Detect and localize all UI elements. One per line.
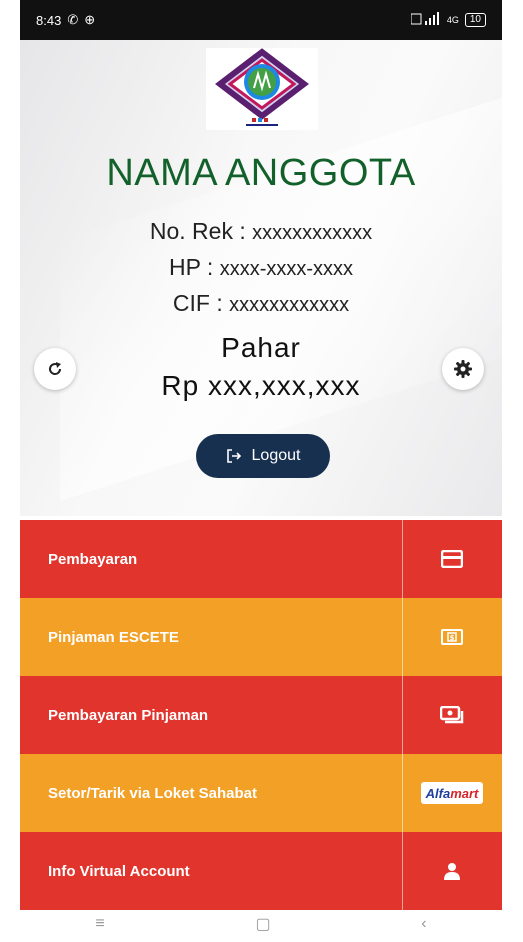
credit-card-icon (402, 520, 502, 598)
menu-item-label: Pinjaman ESCETE (48, 628, 179, 646)
balance-product-name: Pahar (221, 332, 301, 363)
menu-item-label: Pembayaran (48, 550, 138, 568)
menu-item-info-virtual-account[interactable]: Info Virtual Account (20, 832, 502, 910)
menu-item-label: Pembayaran Pinjaman (48, 706, 209, 724)
account-number-line: No. Rek : xxxxxxxxxxxx (20, 218, 502, 245)
phone-screen: 8:43 ✆ ⊕ 4G 10 NAMA ANGGOTA No. Rek: xx… (20, 0, 502, 942)
signal-icon (410, 11, 441, 29)
home-button[interactable]: ▢ (255, 914, 270, 934)
phone-label: HP : (168, 254, 220, 280)
menu-divider (402, 832, 403, 910)
balance-amount: Rp xxx,xxx,xxx (161, 370, 361, 401)
network-label: 4G (446, 15, 459, 25)
logout-label: Logout (251, 447, 301, 464)
menu-item-pembayaran-pinjaman[interactable]: Pembayaran Pinjaman (20, 676, 502, 754)
cif-value: xxxxxxxxxxxx (229, 294, 350, 316)
cif-line: CIF : xxxxxxxxxxxx (20, 290, 502, 317)
recent-apps-button[interactable]: ≡ (95, 915, 104, 933)
battery-icon: 10 (464, 13, 486, 27)
refresh-button[interactable] (34, 348, 76, 390)
account-number-label: No. Rek : (149, 218, 253, 244)
app-notification-icon: ⊕ (84, 12, 96, 27)
logout-button[interactable]: Logout (196, 434, 330, 478)
system-navigation-bar: ≡ ▢ ‹ (20, 906, 502, 942)
menu-item-label: Info Virtual Account (48, 862, 190, 880)
back-button[interactable]: ‹ (421, 915, 426, 933)
menu-divider (402, 676, 403, 754)
menu-divider (402, 754, 403, 832)
member-name: NAMA ANGGOTA (106, 152, 416, 194)
money-bill-icon: $ (402, 598, 502, 676)
status-time: 8:43 (36, 12, 62, 28)
menu-divider (402, 520, 403, 598)
notification-icon: ✆ (67, 12, 79, 27)
menu-divider (402, 598, 403, 676)
menu-item-label: Setor/Tarik via Loket Sahabat (48, 784, 257, 802)
status-bar: 8:43 ✆ ⊕ 4G 10 (20, 0, 502, 40)
main-menu: Pembayaran Pinjaman ESCETE $ Pembayaran … (20, 520, 502, 910)
phone-line: HP : xxxx-xxxx-xxxx (20, 254, 502, 281)
refresh-icon (49, 362, 62, 375)
settings-button[interactable] (442, 348, 484, 390)
alfamart-logo-text-2: mart (450, 785, 479, 801)
status-right: 4G 10 (410, 11, 486, 29)
alfamart-logo-text-1: Alfa (425, 785, 451, 801)
logout-icon (226, 449, 241, 463)
phone-value: xxxx-xxxx-xxxx (219, 258, 354, 280)
account-header: NAMA ANGGOTA No. Rek : xxxxxxxxxxxx HP :… (20, 40, 502, 516)
cif-label: CIF : (172, 290, 230, 316)
account-number-value: xxxxxxxxxxxx (252, 222, 373, 244)
alfamart-logo: Alfa mart (402, 754, 502, 832)
menu-item-setor-tarik[interactable]: Setor/Tarik via Loket Sahabat Alfa mart (20, 754, 502, 832)
user-icon (402, 832, 502, 910)
svg-text:$: $ (450, 634, 455, 642)
menu-item-pembayaran[interactable]: Pembayaran (20, 520, 502, 598)
menu-item-pinjaman-escete[interactable]: Pinjaman ESCETE $ (20, 598, 502, 676)
status-left: 8:43 ✆ ⊕ (36, 12, 95, 28)
cooperative-logo (206, 48, 318, 130)
gear-icon (454, 360, 472, 378)
money-bills-icon (402, 676, 502, 754)
